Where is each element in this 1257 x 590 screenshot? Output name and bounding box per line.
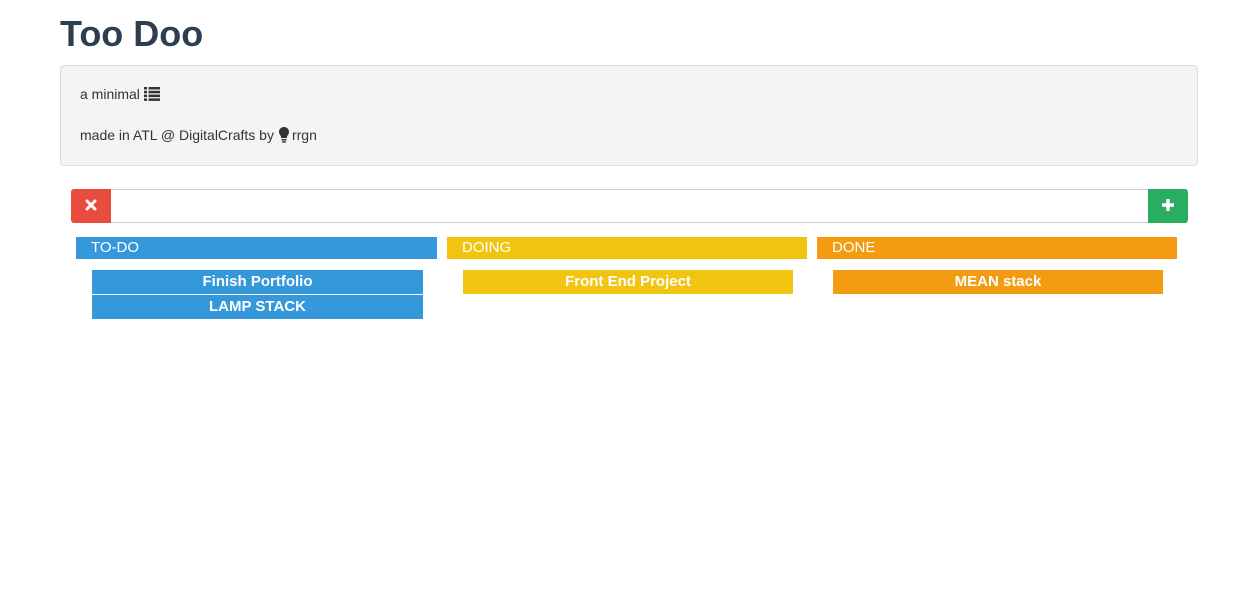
column-done: DONE MEAN stack [817,237,1177,295]
lightbulb-icon [278,127,289,143]
tagline-text: a minimal [80,86,140,102]
task-bar [71,189,1188,223]
task-card[interactable]: Finish Portfolio [92,270,423,294]
task-card[interactable]: Front End Project [463,270,793,294]
column-items-todo: Finish Portfolio LAMP STACK [76,259,437,319]
credit-line: made in ATL @ DigitalCrafts by rrgn [80,127,317,143]
column-items-doing: Front End Project [447,259,807,294]
task-card[interactable]: LAMP STACK [92,295,423,319]
app-title: Too Doo [60,13,204,54]
column-header-doing[interactable]: DOING [447,237,807,259]
clear-button[interactable] [71,189,111,223]
tagline: a minimal [80,86,160,102]
add-task-button[interactable] [1148,189,1188,223]
column-header-todo[interactable]: TO-DO [76,237,437,259]
column-doing: DOING Front End Project [447,237,807,295]
credit-prefix: made in ATL @ DigitalCrafts by [80,127,274,143]
task-input[interactable] [111,189,1148,223]
column-todo: TO-DO Finish Portfolio LAMP STACK [76,237,437,320]
plus-icon [1161,198,1175,215]
column-header-done[interactable]: DONE [817,237,1177,259]
close-icon [85,199,97,214]
credit-author: rrgn [291,127,317,143]
task-card[interactable]: MEAN stack [833,270,1163,294]
info-panel: a minimal made in ATL @ DigitalCrafts by [60,65,1198,166]
column-items-done: MEAN stack [817,259,1177,294]
list-icon [143,87,160,101]
